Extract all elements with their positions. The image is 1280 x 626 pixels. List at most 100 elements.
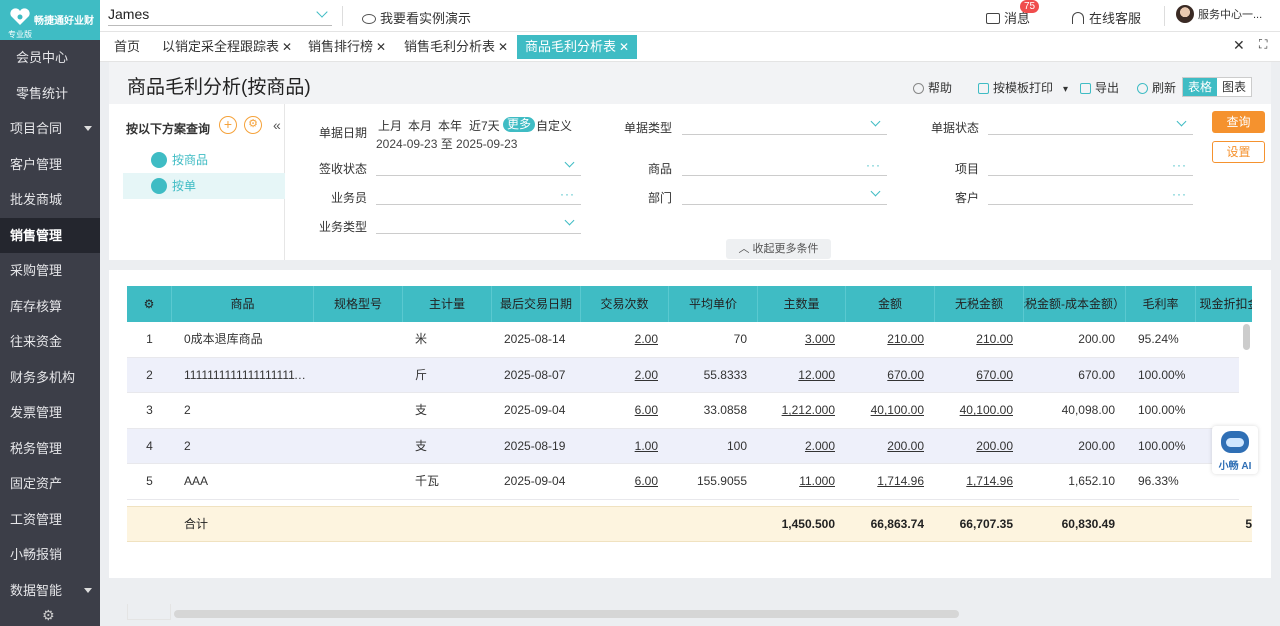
cell-count[interactable]: 2.00 (581, 322, 658, 357)
table-row[interactable]: 1 0成本退库商品 米 2025-08-14 2.00 70 3.000 210.00 210.… (127, 322, 1239, 358)
column-header[interactable]: 金额 (846, 286, 935, 322)
column-header[interactable]: 主数量 (758, 286, 846, 322)
scheme-item-by-document[interactable]: 按单 (123, 173, 285, 199)
help-button[interactable]: 帮助 (913, 79, 952, 96)
cell-net[interactable]: 210.00 (935, 322, 1013, 357)
tab-0[interactable]: 首页 (114, 35, 140, 59)
date-quick-option[interactable]: 近7天 (469, 117, 500, 134)
column-header[interactable]: 交易次数 (581, 286, 669, 322)
collapse-conditions-button[interactable]: ︿ 收起更多条件 (726, 239, 831, 259)
cell-count[interactable]: 2.00 (581, 358, 658, 393)
sidebar-item[interactable]: 财务多机构 (0, 360, 100, 396)
sidebar-item[interactable]: 固定资产 (0, 466, 100, 502)
gear-icon[interactable]: ⚙ (42, 607, 55, 624)
settings-column-icon[interactable]: ⚙ (127, 286, 172, 322)
column-header[interactable]: 无税金额 (935, 286, 1024, 322)
tab-1[interactable]: 以销定采全程跟踪表 ✕ (162, 35, 292, 59)
column-header[interactable]: 现金折扣金额 (1196, 286, 1252, 322)
date-range-value[interactable]: 2024-09-23 至 2025-09-23 (376, 135, 517, 152)
project-picker[interactable]: ··· (988, 156, 1193, 176)
cell-qty[interactable]: 12.000 (758, 358, 835, 393)
cell-net[interactable]: 1,714.96 (935, 464, 1013, 499)
ai-assistant-button[interactable]: 小畅 AI (1212, 426, 1258, 474)
sidebar-item[interactable]: 批发商城 (0, 182, 100, 218)
cell-amount[interactable]: 40,100.00 (846, 393, 924, 428)
sign-status-select[interactable] (376, 156, 581, 176)
cell-count[interactable]: 6.00 (581, 393, 658, 428)
view-chart-button[interactable]: 图表 (1217, 78, 1251, 96)
column-header[interactable]: 平均单价 (669, 286, 758, 322)
settings-button[interactable]: 设置 (1212, 141, 1265, 163)
scroll-thumb[interactable] (1243, 324, 1250, 350)
scheme-item-by-product[interactable]: 按商品 (123, 147, 285, 173)
cell-qty[interactable]: 1,212.000 (758, 393, 835, 428)
close-icon[interactable]: ✕ (619, 40, 629, 54)
cell-amount[interactable]: 670.00 (846, 358, 924, 393)
table-row[interactable]: 5 AAA 千瓦 2025-09-04 6.00 155.9055 11.000 1,714.… (127, 464, 1239, 500)
vertical-scrollbar[interactable] (1239, 322, 1252, 506)
sidebar-item[interactable]: 库存核算 (0, 289, 100, 325)
date-quick-option[interactable]: 本年 (438, 117, 462, 134)
sidebar-item[interactable]: 零售统计 (0, 76, 100, 112)
refresh-button[interactable]: 刷新 (1137, 79, 1176, 96)
account-select[interactable]: James (108, 6, 332, 26)
tab-2[interactable]: 销售排行榜 ✕ (308, 35, 386, 59)
tab-4[interactable]: 商品毛利分析表 ✕ (517, 35, 638, 59)
date-quick-option[interactable]: 更多 (503, 117, 536, 132)
user-menu[interactable]: 服务中心一... (1176, 5, 1262, 23)
close-icon[interactable]: ✕ (498, 40, 508, 54)
sidebar-item[interactable]: 工资管理 (0, 502, 100, 538)
more-icon[interactable]: ··· (1172, 187, 1187, 201)
salesman-picker[interactable]: ··· (376, 185, 581, 205)
table-row[interactable]: 3 2 支 2025-09-04 6.00 33.0858 1,212.000 40,100.… (127, 393, 1239, 429)
online-service-button[interactable]: 在线客服 (1072, 8, 1141, 27)
fullscreen-icon[interactable]: ⛶ (1259, 37, 1267, 52)
cell-qty[interactable]: 3.000 (758, 322, 835, 357)
print-template-button[interactable]: 按模板打印 ▾ (978, 79, 1068, 96)
scheme-settings-icon[interactable]: ⚙ (244, 116, 262, 134)
cell-amount[interactable]: 210.00 (846, 322, 924, 357)
column-header[interactable]: 最后交易日期 (492, 286, 581, 322)
chevron-down-icon[interactable]: ▾ (1063, 84, 1068, 95)
column-header[interactable]: 毛利率 (1126, 286, 1196, 322)
sidebar-item[interactable]: 销售管理 (0, 217, 100, 253)
date-quick-option[interactable]: 上月 (378, 117, 402, 134)
more-icon[interactable]: ··· (1172, 158, 1187, 172)
tab-3[interactable]: 销售毛利分析表 ✕ (404, 35, 508, 59)
customer-picker[interactable]: ··· (988, 185, 1193, 205)
cell-net[interactable]: 670.00 (935, 358, 1013, 393)
cell-net[interactable]: 40,100.00 (935, 393, 1013, 428)
close-all-icon[interactable]: ✕ (1233, 37, 1245, 54)
sidebar-item[interactable]: 会员中心 (0, 40, 100, 76)
column-header[interactable]: 商品 (172, 286, 314, 322)
date-quick-option[interactable]: 本月 (408, 117, 432, 134)
sidebar-item[interactable]: 税务管理 (0, 431, 100, 467)
cell-count[interactable]: 6.00 (581, 464, 658, 499)
view-table-button[interactable]: 表格 (1183, 78, 1218, 96)
product-picker[interactable]: ··· (682, 156, 887, 176)
cell-qty[interactable]: 11.000 (758, 464, 835, 499)
dept-select[interactable] (682, 185, 887, 205)
sidebar-item[interactable]: 数据智能 (0, 573, 100, 609)
date-quick-option[interactable]: 自定义 (536, 117, 572, 134)
doc-type-select[interactable] (682, 115, 887, 135)
export-button[interactable]: 导出 (1080, 79, 1119, 96)
doc-status-select[interactable] (988, 115, 1193, 135)
table-row[interactable]: 4 2 支 2025-08-19 1.00 100 2.000 200.00 200.00 200… (127, 428, 1239, 465)
cell-qty[interactable]: 2.000 (758, 429, 835, 464)
horizontal-scrollbar[interactable] (174, 610, 959, 618)
sidebar-item[interactable]: 小畅报销 (0, 537, 100, 573)
more-icon[interactable]: ··· (866, 158, 881, 172)
sidebar-item[interactable]: 往来资金 (0, 324, 100, 360)
sidebar-item[interactable]: 项目合同 (0, 111, 100, 147)
collapse-panel-icon[interactable]: « (273, 117, 281, 133)
column-header[interactable]: 毛利（无税金额-成本金额） (1024, 286, 1126, 322)
table-row[interactable]: 2 11111111111111111111111111111 斤 2025-08-0… (127, 357, 1239, 394)
sidebar-item[interactable]: 采购管理 (0, 253, 100, 289)
add-scheme-icon[interactable]: + (219, 116, 237, 134)
demo-link[interactable]: 我要看实例演示 (362, 8, 471, 27)
biz-type-select[interactable] (376, 214, 581, 234)
cell-amount[interactable]: 200.00 (846, 429, 924, 464)
query-button[interactable]: 查询 (1212, 111, 1265, 133)
sidebar-item[interactable]: 客户管理 (0, 147, 100, 183)
